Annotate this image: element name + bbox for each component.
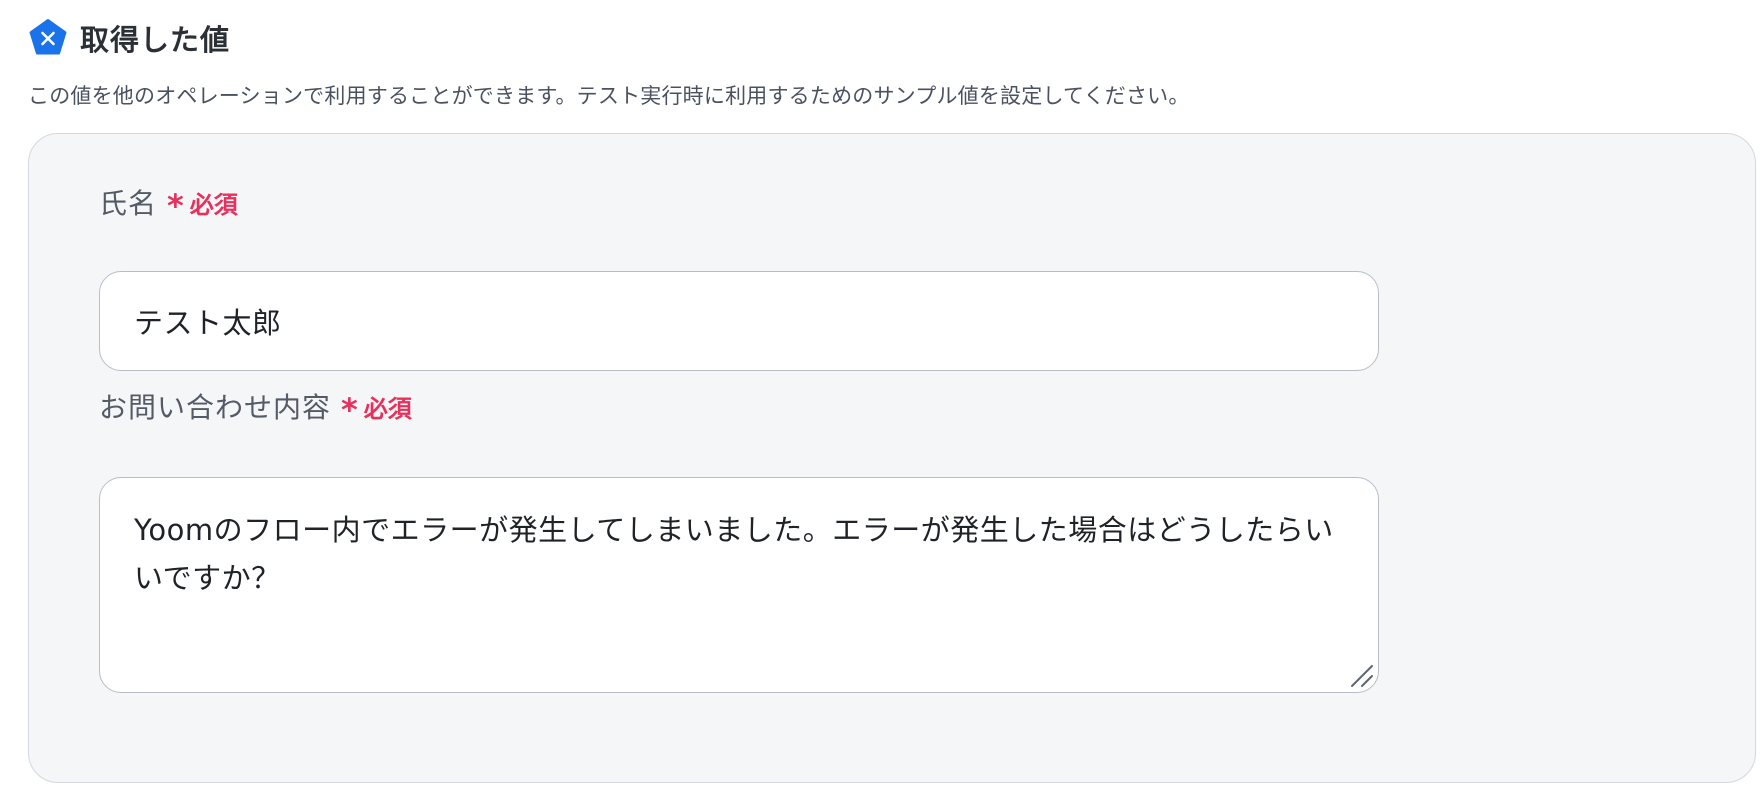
inquiry-field-label: お問い合わせ内容: [99, 391, 332, 424]
required-badge: 必須: [363, 394, 412, 423]
name-field-label-row: 氏名 * 必須: [99, 184, 238, 225]
resize-handle-icon[interactable]: [1348, 662, 1374, 688]
inquiry-textarea[interactable]: Yoomのフロー内でエラーが発生してしまいました。エラーが発生した場合はどうした…: [99, 477, 1379, 693]
inquiry-textarea-value: Yoomのフロー内でエラーが発生してしまいました。エラーが発生した場合はどうした…: [134, 513, 1334, 595]
section-header: 取得した値: [28, 18, 230, 58]
variable-x-icon: [28, 18, 68, 58]
name-field-label: 氏名: [99, 187, 158, 220]
section-description: この値を他のオペレーションで利用することができます。テスト実行時に利用するための…: [28, 84, 1190, 108]
section-title: 取得した値: [80, 23, 231, 57]
inquiry-field-label-row: お問い合わせ内容 * 必須: [99, 388, 412, 429]
required-asterisk: *: [167, 187, 184, 225]
required-badge: 必須: [189, 190, 238, 219]
name-input[interactable]: テスト太郎: [99, 271, 1379, 371]
required-asterisk: *: [341, 391, 358, 429]
sample-values-panel: 氏名 * 必須 テスト太郎 お問い合わせ内容 * 必須 Yoomのフロー内でエラ…: [28, 133, 1756, 783]
name-input-value: テスト太郎: [134, 306, 282, 340]
